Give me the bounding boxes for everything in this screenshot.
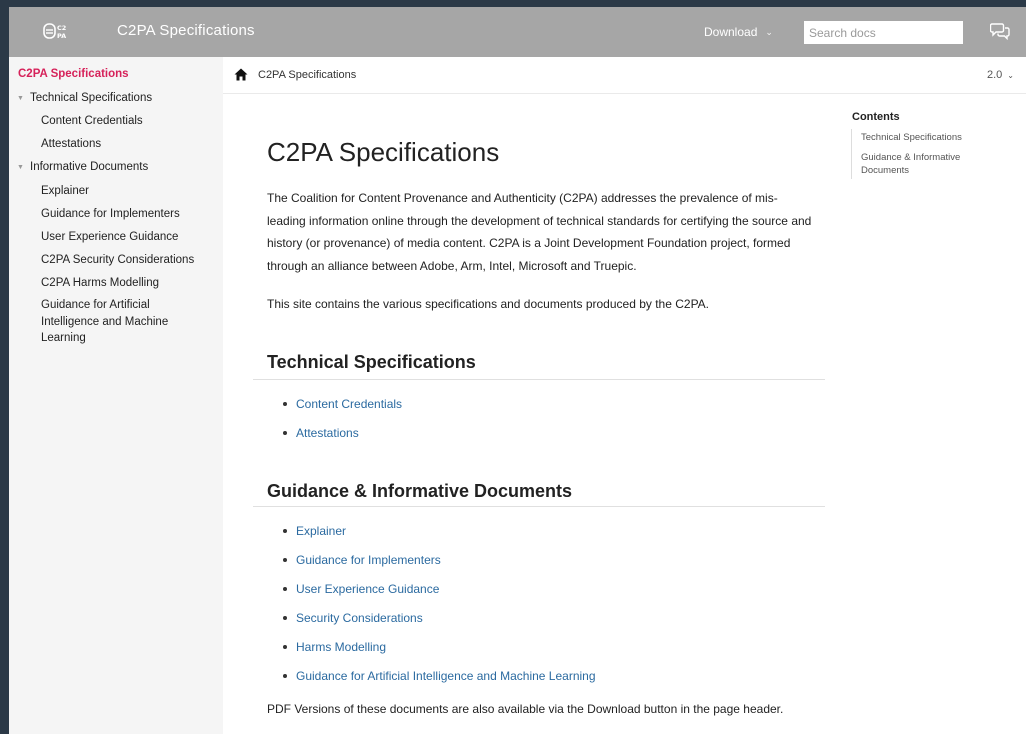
link-text: Guidance for Implementers <box>296 553 441 567</box>
toc-item-guidance-informative[interactable]: Guidance & Informative Documents <box>861 152 981 177</box>
triangle-down-icon: ▼ <box>17 163 24 171</box>
section-divider <box>253 506 825 507</box>
link-text: User Experience Guidance <box>296 582 440 596</box>
link-text: Harms Modelling <box>296 640 387 654</box>
bullet-icon <box>283 674 287 678</box>
bullet-icon <box>283 616 287 620</box>
link-attestations[interactable]: Attestations <box>283 426 359 440</box>
link-explainer[interactable]: Explainer <box>283 524 346 538</box>
version-label: 2.0 <box>987 69 1003 81</box>
bullet-icon <box>283 587 287 591</box>
main-content: C2PA Specifications The Coalition for Co… <box>223 95 843 734</box>
sidebar-group-informative-documents[interactable]: ▼ Informative Documents <box>17 161 148 173</box>
sidebar-group-label: Informative Documents <box>30 161 149 173</box>
section-heading-technical-specifications: Technical Specifications <box>267 352 476 372</box>
browser-window: C2 PA C2PA Specifications Download ⌄ C2P… <box>9 7 1026 734</box>
bullet-icon <box>283 558 287 562</box>
bullet-icon <box>283 529 287 533</box>
link-text: Content Credentials <box>296 397 403 411</box>
triangle-down-icon: ▼ <box>17 94 24 102</box>
sidebar-item-harms-modelling[interactable]: C2PA Harms Modelling <box>41 275 211 292</box>
link-ux-guidance[interactable]: User Experience Guidance <box>283 582 439 596</box>
svg-text:C2: C2 <box>57 24 66 32</box>
page-title: C2PA Specifications <box>267 137 500 167</box>
toc-divider <box>851 129 852 179</box>
toc-title: Contents <box>852 111 900 123</box>
bullet-icon <box>283 645 287 649</box>
link-text: Attestations <box>296 426 359 440</box>
sidebar-group-label: Technical Specifications <box>30 92 153 104</box>
site-header: C2 PA C2PA Specifications Download ⌄ <box>9 7 1026 57</box>
chevron-down-icon: ⌄ <box>1007 70 1014 80</box>
svg-text:PA: PA <box>57 32 66 40</box>
bullet-icon <box>283 402 287 406</box>
site-title[interactable]: C2PA Specifications <box>117 22 255 39</box>
link-ai-ml-guidance[interactable]: Guidance for Artificial Intelligence and… <box>283 669 596 683</box>
sidebar-item-c2pa-specifications[interactable]: C2PA Specifications <box>18 68 129 80</box>
sidebar-item-guidance-implementers[interactable]: Guidance for Implementers <box>41 206 211 223</box>
c2pa-logo-icon[interactable]: C2 PA <box>43 21 73 43</box>
intro-paragraph: The Coalition for Content Provenance and… <box>267 191 812 273</box>
sidebar-item-ux-guidance[interactable]: User Experience Guidance <box>41 229 211 246</box>
breadcrumb: C2PA Specifications 2.0 ⌄ <box>223 57 1026 94</box>
link-text: Guidance for Artificial Intelligence and… <box>296 669 596 683</box>
sidebar-item-attestations[interactable]: Attestations <box>41 136 211 153</box>
search-input[interactable] <box>804 21 963 44</box>
download-menu[interactable]: Download ⌄ <box>704 25 773 39</box>
sidebar-item-content-credentials[interactable]: Content Credentials <box>41 113 211 130</box>
version-selector[interactable]: 2.0 ⌄ <box>987 69 1014 81</box>
section-heading-guidance-informative: Guidance & Informative Documents <box>267 481 573 501</box>
link-security-considerations[interactable]: Security Considerations <box>283 611 423 625</box>
link-harms-modelling[interactable]: Harms Modelling <box>283 640 386 654</box>
sidebar-item-ai-ml-guidance[interactable]: Guidance for Artificial Intelligence and… <box>41 297 191 347</box>
breadcrumb-current[interactable]: C2PA Specifications <box>258 69 356 81</box>
link-text: Explainer <box>296 524 347 538</box>
home-icon[interactable] <box>234 68 248 81</box>
bullet-icon <box>283 431 287 435</box>
link-text: Security Considerations <box>296 611 423 625</box>
sidebar-item-security-considerations[interactable]: C2PA Security Considerations <box>41 252 211 269</box>
link-guidance-implementers[interactable]: Guidance for Implementers <box>283 553 441 567</box>
sidebar-item-explainer[interactable]: Explainer <box>41 183 211 200</box>
pdf-note-paragraph: PDF Versions of these documents are also… <box>267 702 784 716</box>
sidebar-group-technical-specifications[interactable]: ▼ Technical Specifications <box>17 92 152 104</box>
section-divider <box>253 379 825 380</box>
toc-item-technical-specifications[interactable]: Technical Specifications <box>861 132 1011 145</box>
chevron-down-icon: ⌄ <box>765 26 773 37</box>
sidebar-nav: C2PA Specifications ▼ Technical Specific… <box>9 57 223 734</box>
link-content-credentials[interactable]: Content Credentials <box>283 397 402 411</box>
chat-bubbles-icon[interactable] <box>990 22 1010 40</box>
download-label: Download <box>704 25 758 39</box>
site-note-paragraph: This site contains the various specifica… <box>267 297 710 311</box>
